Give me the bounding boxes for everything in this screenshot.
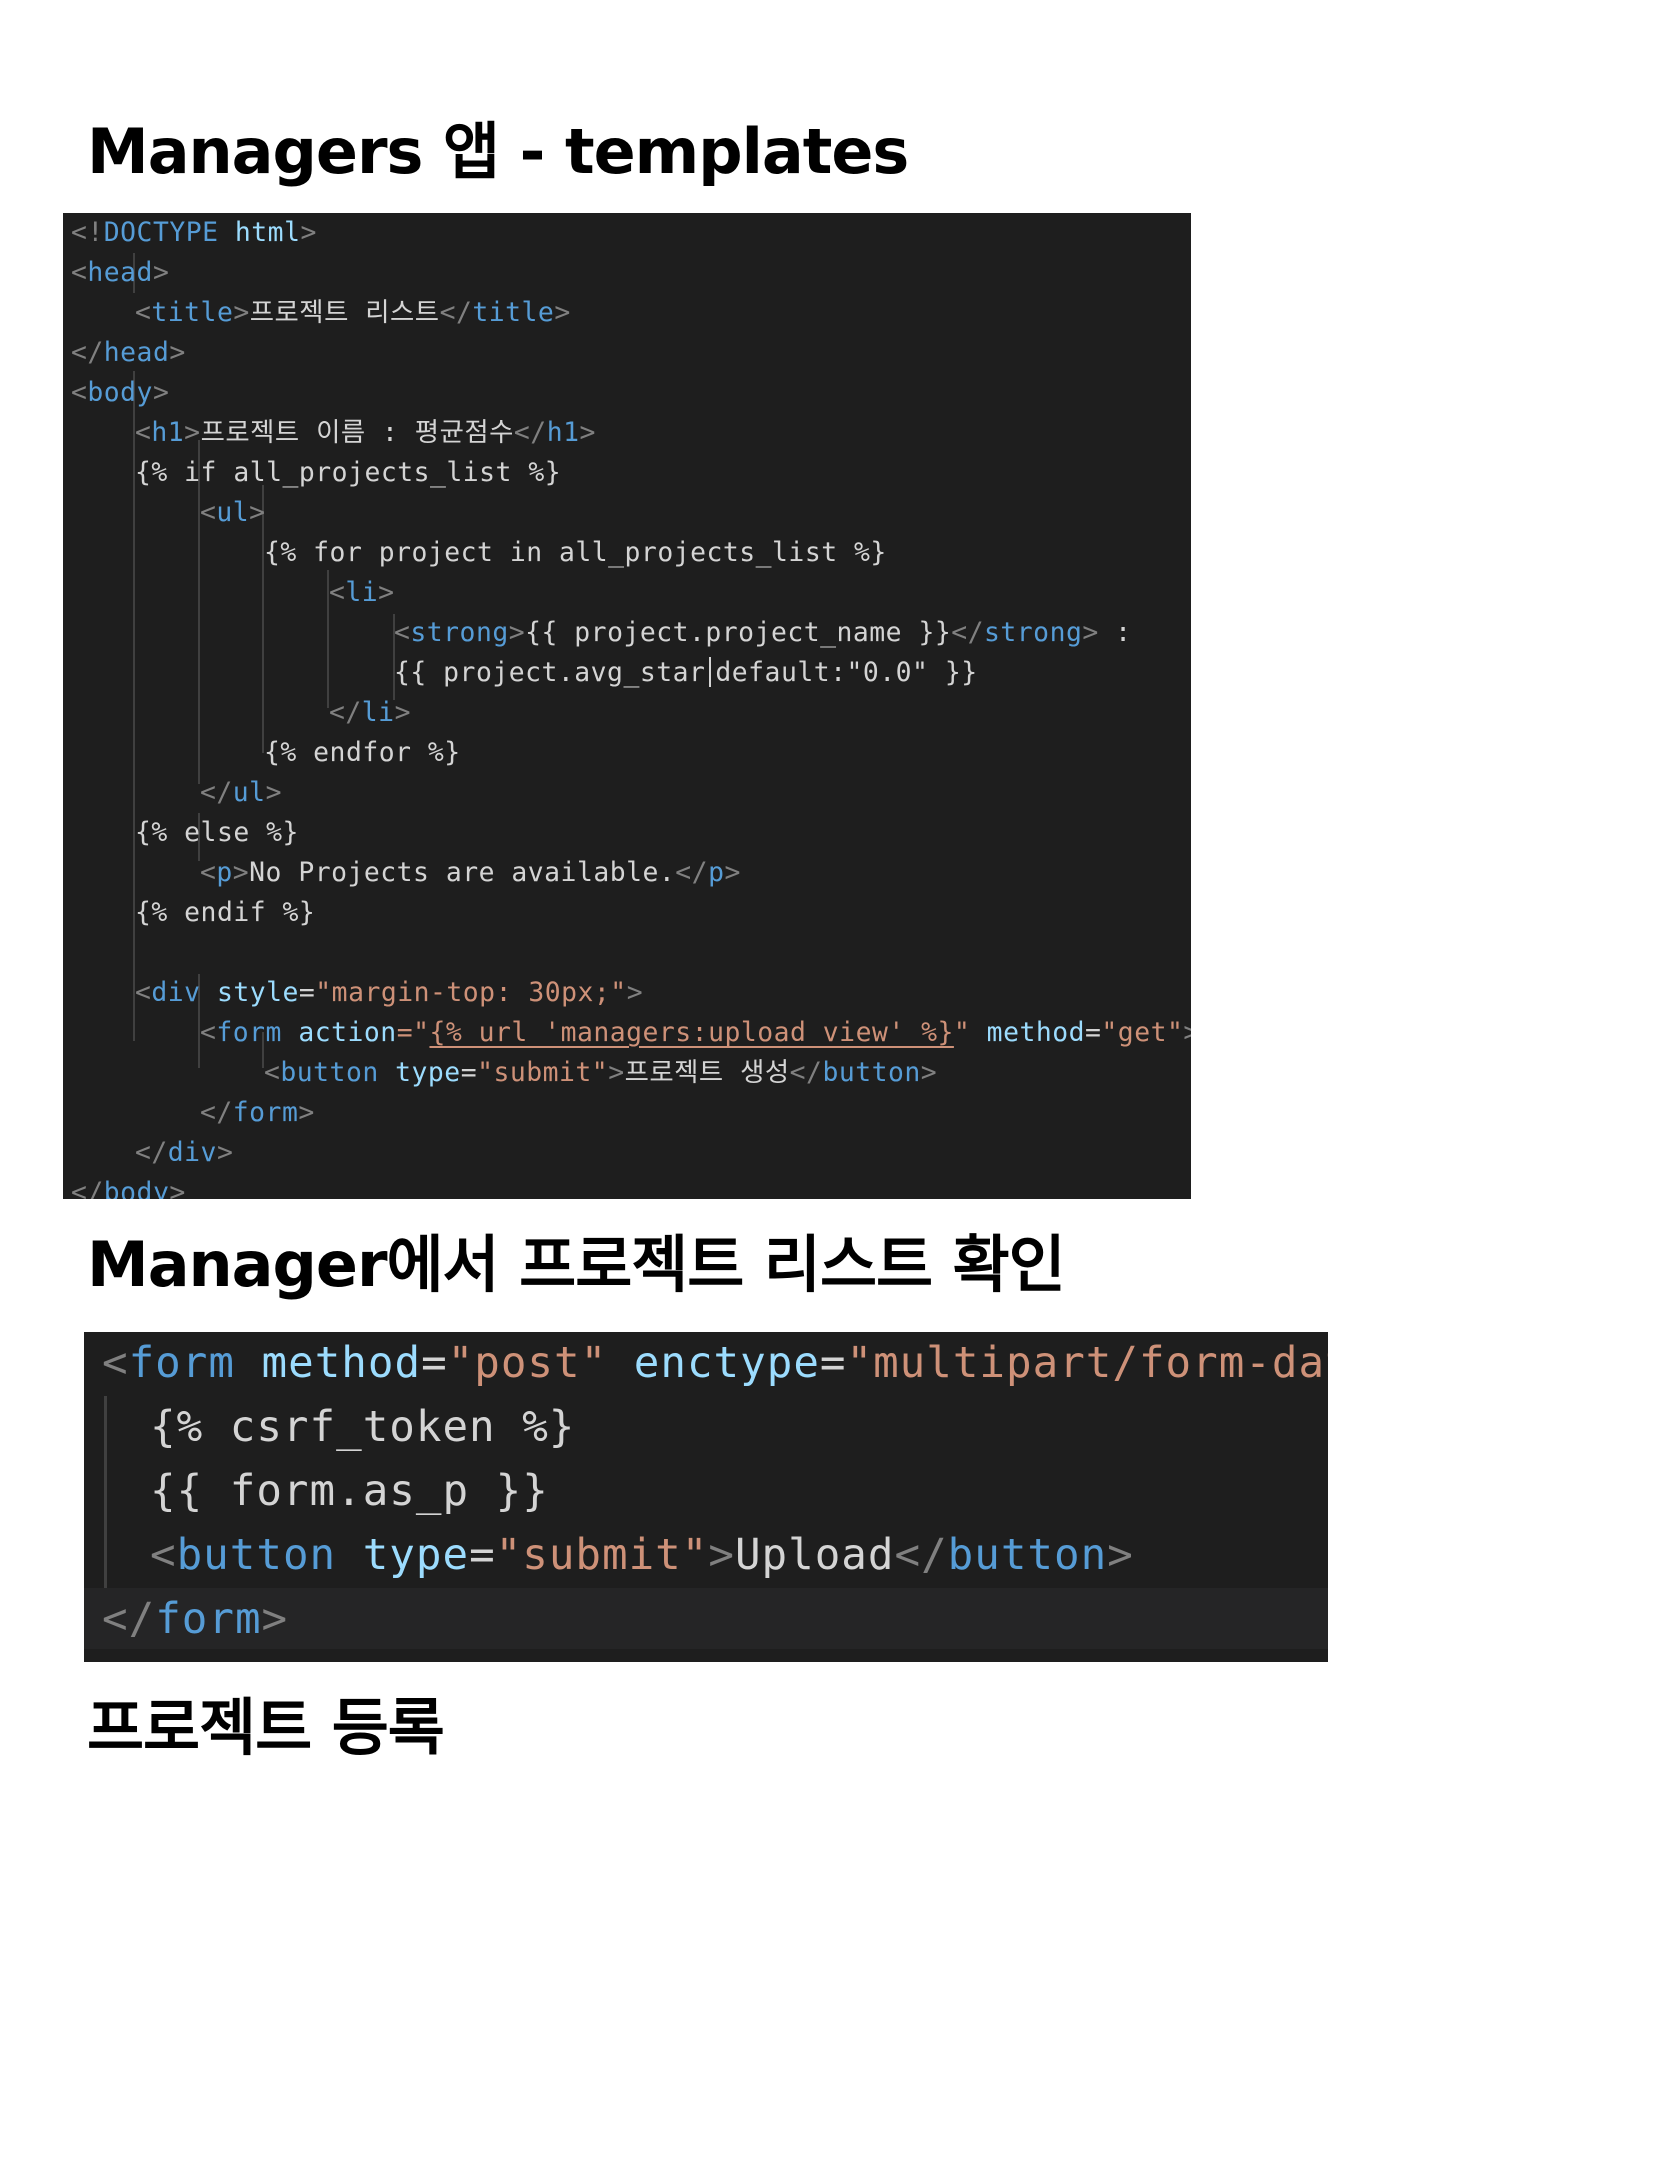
- code-snippet-project-list-template: <!DOCTYPE html> <head> <title>프로젝트 리스트</…: [63, 213, 1191, 1199]
- code-line-15: </ul>: [200, 777, 282, 808]
- code-line-2: <head>: [71, 257, 170, 288]
- code-line-19: <div style="margin-top: 30px;">: [135, 977, 644, 1008]
- code-line-1: <!DOCTYPE html>: [71, 217, 317, 248]
- code-line-22: </form>: [200, 1097, 315, 1128]
- code-line-16: {% else %}: [135, 817, 299, 848]
- code-line-4: </head>: [71, 337, 186, 368]
- code-snippet-upload-form: <form method="post" enctype="multipart/f…: [84, 1332, 1328, 1662]
- section-heading-list-check: Manager에서 프로젝트 리스트 확인: [87, 1228, 1066, 1301]
- code-line-2: {% csrf_token %}: [150, 1403, 576, 1452]
- code-line-3: <title>프로젝트 리스트</title>: [135, 297, 571, 328]
- text-cursor: [709, 657, 712, 687]
- indent-guide: [104, 1396, 107, 1588]
- code-line-4: <button type="submit">Upload</button>: [150, 1531, 1134, 1580]
- code-line-5: </form>: [102, 1595, 289, 1644]
- code-line-6: <h1>프로젝트 이름 : 평균점수</h1>: [135, 417, 596, 448]
- code-line-21: <button type="submit">프로젝트 생성</button>: [264, 1057, 938, 1088]
- code-line-10: <li>: [329, 577, 395, 608]
- code-line-20: <form action="{% url 'managers:upload_vi…: [200, 1017, 1191, 1048]
- section-heading-templates: Managers 앱 - templates: [87, 115, 909, 188]
- code-line-14: {% endfor %}: [264, 737, 461, 768]
- code-line-3: {{ form.as_p }}: [150, 1467, 549, 1516]
- code-line-23: </div>: [135, 1137, 234, 1168]
- section-heading-register: 프로젝트 등록: [87, 1691, 445, 1764]
- code-line-17: <p>No Projects are available.</p>: [200, 857, 741, 888]
- code-line-9: {% for project in all_projects_list %}: [264, 537, 887, 568]
- code-line-7: {% if all_projects_list %}: [135, 457, 562, 488]
- code-line-5: <body>: [71, 377, 170, 408]
- code-line-12: {{ project.avg_star default:"0.0" }}: [394, 657, 978, 688]
- code-line-1: <form method="post" enctype="multipart/f…: [102, 1339, 1328, 1388]
- code-line-18: {% endif %}: [135, 897, 316, 928]
- code-line-11: <strong>{{ project.project_name }}</stro…: [394, 617, 1132, 648]
- code-line-13: </li>: [329, 697, 411, 728]
- code-line-24: </body>: [71, 1177, 186, 1199]
- code-line-8: <ul>: [200, 497, 266, 528]
